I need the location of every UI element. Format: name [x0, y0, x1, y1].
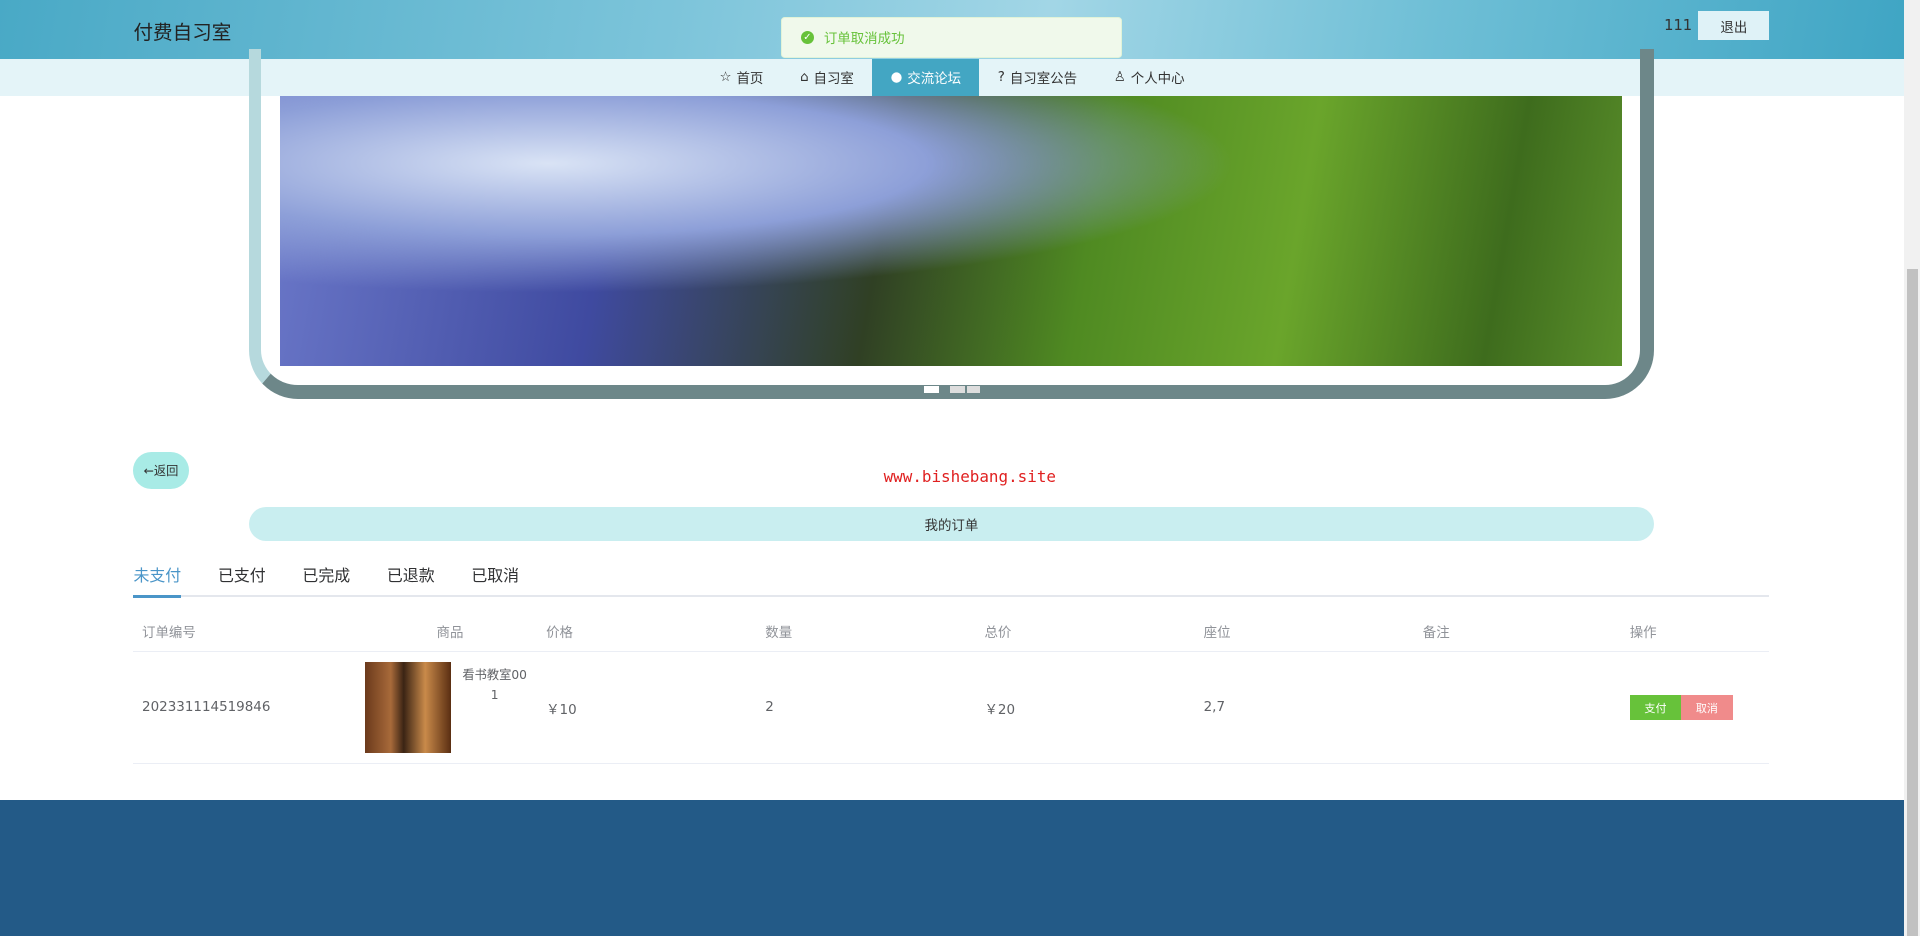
user-name: 111	[1664, 17, 1693, 35]
toast-text: 订单取消成功	[823, 32, 905, 48]
logout-button[interactable]: 退出	[1698, 11, 1770, 41]
col-note: 备注	[1422, 625, 1450, 641]
tab-refunded[interactable]: 已退款	[387, 563, 435, 595]
actions: 支付 取消	[1621, 695, 1743, 720]
scrollbar-thumb[interactable]	[1906, 269, 1918, 936]
order-tabs: 未支付 已支付 已完成 已退款 已取消	[133, 563, 1770, 598]
tab-paid[interactable]: 已支付	[218, 563, 266, 595]
tab-unpaid[interactable]: 未支付	[133, 563, 181, 598]
col-qty: 数量	[765, 625, 793, 641]
carousel-dot[interactable]	[967, 385, 980, 394]
back-button[interactable]: ←返回	[133, 451, 189, 489]
site-title: 付费自习室	[133, 20, 232, 44]
col-order-no: 订单编号	[142, 625, 196, 641]
footer	[0, 799, 1905, 936]
table-header: 订单编号 商品 价格 数量 总价 座位 备注 操作	[133, 610, 1770, 653]
page: 付费自习室 111 退出 ☆ 首页 ⌂ 自习室 ● 交流论坛 ? 自习室公告 ♙ 个人中心…	[0, 0, 1920, 936]
carousel-dot[interactable]	[924, 385, 940, 394]
tab-cancelled[interactable]: 已取消	[471, 563, 519, 595]
watermark: www.bishebang.site	[883, 466, 1056, 486]
section-title: 我的订单	[248, 506, 1655, 542]
col-actions: 操作	[1629, 625, 1657, 641]
price: ￥10	[546, 702, 577, 718]
pay-button[interactable]: 支付	[1629, 695, 1682, 720]
product-cell: 看书教室001	[354, 662, 538, 753]
seat: 2,7	[1203, 700, 1226, 716]
cancel-button[interactable]: 取消	[1681, 695, 1733, 720]
orders-table: 订单编号 商品 价格 数量 总价 座位 备注 操作 20233111451984…	[133, 610, 1770, 764]
col-product: 商品	[436, 625, 464, 641]
carousel-image	[280, 95, 1623, 367]
col-total: 总价	[984, 625, 1012, 641]
order-no: 202331114519846	[142, 700, 271, 716]
col-seat: 座位	[1203, 625, 1231, 641]
carousel-dot[interactable]	[950, 385, 965, 394]
toast-message: ✓ 订单取消成功	[781, 17, 1122, 58]
product-name: 看书教室001	[462, 667, 527, 703]
check-circle-icon: ✓	[800, 30, 815, 45]
tab-completed[interactable]: 已完成	[302, 563, 350, 595]
quantity: 2	[765, 700, 774, 716]
col-price: 价格	[546, 625, 574, 641]
table-row: 202331114519846 看书教室001 ￥10 2 ￥20 2,7 支付…	[133, 652, 1770, 764]
total: ￥20	[984, 702, 1016, 718]
product-image	[364, 662, 451, 753]
